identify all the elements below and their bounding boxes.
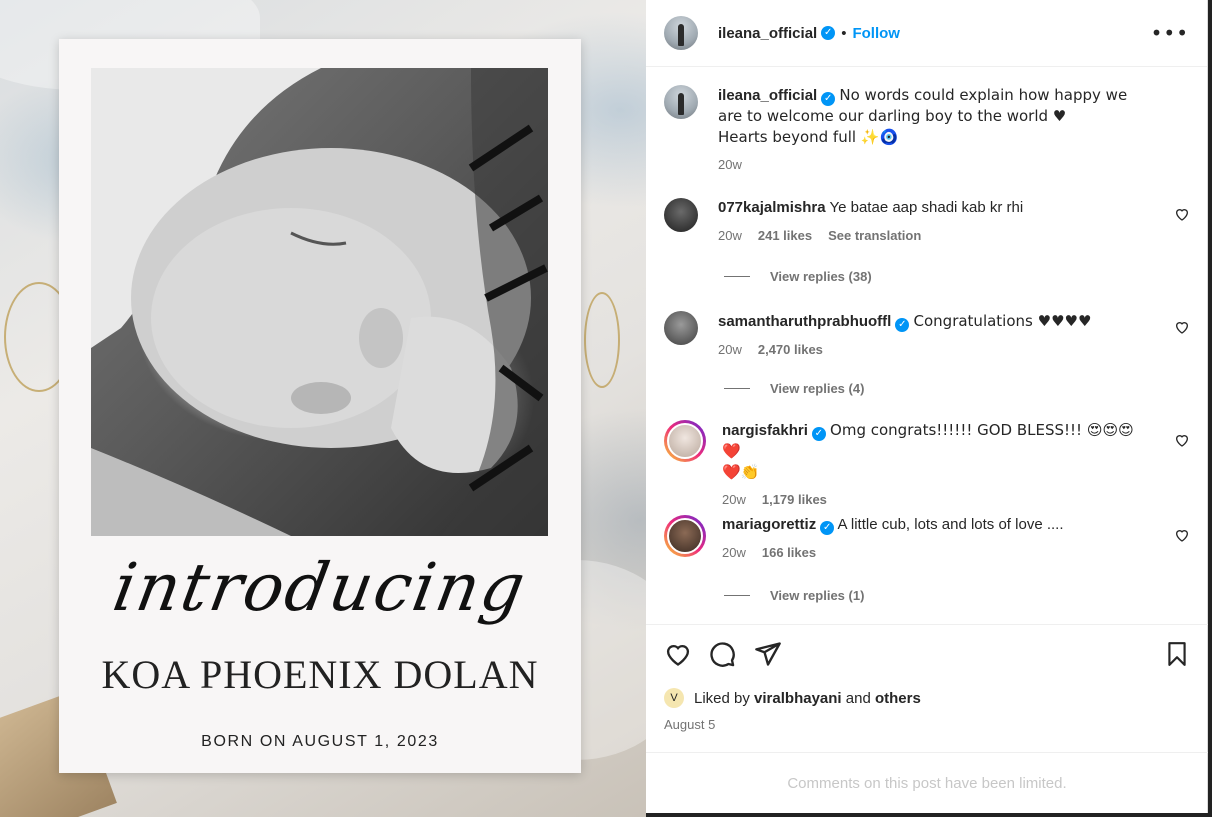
baby-shoulder [91, 448, 291, 536]
commenter-username[interactable]: nargisfakhri [722, 422, 808, 439]
verified-badge-icon: ✓ [821, 26, 836, 40]
more-options-icon[interactable]: ••• [1151, 21, 1189, 45]
avatar-image [667, 518, 703, 554]
post-actions [664, 640, 1190, 670]
comment-bubble-icon[interactable] [708, 640, 736, 668]
baby-name: KOA PHOENIX DOLAN [101, 652, 539, 697]
comment-time[interactable]: 20w [722, 543, 746, 563]
comment-item: 077kajalmishra Ye batae aap shadi kab kr… [664, 198, 1190, 246]
commenter-avatar[interactable] [664, 198, 698, 232]
author-avatar[interactable] [664, 16, 698, 50]
comment-meta: 20w 241 likes See translation [718, 226, 1138, 246]
comment-like-heart-icon[interactable] [1174, 206, 1190, 222]
replies-divider [724, 388, 750, 389]
birth-date: BORN ON AUGUST 1, 2023 [201, 733, 439, 750]
verified-badge-icon: ✓ [821, 92, 836, 106]
comment-likes[interactable]: 2,470 likes [758, 340, 823, 360]
comment-meta: 20w 166 likes [722, 543, 1142, 563]
view-replies-button[interactable]: View replies (4) [724, 381, 864, 396]
liked-by-prefix: Liked by [694, 689, 750, 707]
like-heart-icon[interactable] [664, 640, 692, 668]
caption-author-username[interactable]: ileana_official [718, 87, 817, 104]
comment-meta: 20w 1,179 likes [722, 490, 1142, 510]
comment-text: Congratulations ♥♥♥♥ [913, 312, 1092, 330]
caption-meta: 20w [718, 155, 1138, 175]
caption-text-line2: Hearts beyond full ✨🧿 [718, 128, 899, 146]
liked-by-others[interactable]: others [875, 690, 921, 707]
save-bookmark-icon[interactable] [1164, 640, 1190, 668]
caption-author-avatar[interactable] [664, 85, 698, 119]
decorative-ring [584, 292, 620, 388]
liked-by: V Liked by viralbhayani and others [664, 688, 921, 708]
post-media[interactable]: introducing KOA PHOENIX DOLAN BORN ON AU… [0, 0, 646, 817]
view-replies-label: View replies (1) [770, 588, 865, 603]
comment-item: nargisfakhri ✓ Omg congrats!!!!!! GOD BLE… [664, 420, 1190, 510]
instagram-post-modal: introducing KOA PHOENIX DOLAN BORN ON AU… [0, 0, 1212, 817]
view-replies-button[interactable]: View replies (1) [724, 588, 864, 603]
view-replies-label: View replies (4) [770, 381, 865, 396]
comment-likes[interactable]: 1,179 likes [762, 490, 827, 510]
baby-mouth [291, 382, 351, 414]
replies-divider [724, 595, 750, 596]
introducing-script: introducing [107, 549, 533, 626]
baby-nose [359, 308, 403, 368]
comment-meta: 20w 2,470 likes [718, 340, 1138, 360]
post-date[interactable]: August 5 [664, 717, 715, 732]
view-replies-button[interactable]: View replies (38) [724, 269, 872, 284]
verified-badge-icon: ✓ [820, 521, 835, 535]
comment-item: mariagorettiz ✓ A little cub, lots and lo… [664, 515, 1190, 563]
commenter-avatar[interactable] [664, 311, 698, 345]
comments-limited-notice: Comments on this post have been limited. [646, 752, 1208, 813]
commenter-username[interactable]: samantharuthprabhuoffl [718, 313, 891, 330]
comment-like-heart-icon[interactable] [1174, 432, 1190, 448]
follow-button[interactable]: Follow [852, 25, 900, 42]
view-replies-label: View replies (38) [770, 269, 872, 284]
caption: ileana_official ✓ No words could explain … [664, 85, 1190, 175]
commenter-avatar[interactable] [664, 420, 706, 462]
baby-photo [91, 68, 548, 536]
announcement-card: introducing KOA PHOENIX DOLAN BORN ON AU… [59, 39, 581, 773]
comment-like-heart-icon[interactable] [1174, 319, 1190, 335]
baby-photo-illustration [91, 68, 548, 536]
author-username[interactable]: ileana_official [718, 25, 817, 42]
share-send-icon[interactable] [754, 640, 782, 668]
comment-like-heart-icon[interactable] [1174, 527, 1190, 543]
see-translation-link[interactable]: See translation [828, 226, 921, 246]
comment-time[interactable]: 20w [718, 226, 742, 246]
commenter-username[interactable]: 077kajalmishra [718, 199, 826, 216]
verified-badge-icon: ✓ [895, 318, 910, 332]
comment-text-line2: ❤️👏 [722, 463, 760, 481]
avatar-image [667, 423, 703, 459]
comment-text: Ye batae aap shadi kab kr rhi [829, 199, 1024, 216]
separator-dot: • [841, 24, 847, 42]
verified-badge-icon: ✓ [811, 427, 826, 441]
comment-likes[interactable]: 241 likes [758, 226, 812, 246]
comment-text: A little cub, lots and lots of love .... [837, 516, 1064, 533]
liked-by-user[interactable]: viralbhayani [754, 690, 842, 707]
replies-divider [724, 276, 750, 277]
comments-list[interactable]: ileana_official ✓ No words could explain … [646, 67, 1208, 625]
comment-time[interactable]: 20w [722, 490, 746, 510]
comment-likes[interactable]: 166 likes [762, 543, 816, 563]
commenter-username[interactable]: mariagorettiz [722, 516, 816, 533]
liked-by-and: and [845, 689, 871, 707]
liker-avatar[interactable]: V [664, 688, 684, 708]
comment-time[interactable]: 20w [718, 340, 742, 360]
commenter-avatar[interactable] [664, 515, 706, 557]
post-sidebar: ileana_official ✓ • Follow ••• ileana_of… [646, 0, 1208, 813]
post-header: ileana_official ✓ • Follow ••• [646, 0, 1207, 67]
comment-item: samantharuthprabhuoffl ✓ Congratulations … [664, 311, 1190, 360]
caption-time[interactable]: 20w [718, 155, 742, 175]
